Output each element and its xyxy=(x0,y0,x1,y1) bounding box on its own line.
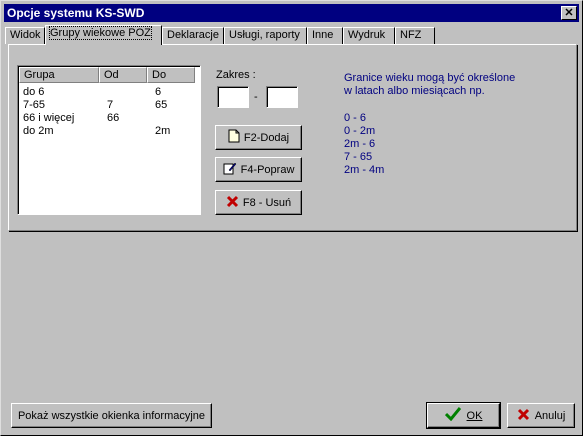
tab-label: Grupy wiekowe POZ xyxy=(49,26,152,40)
range-to-input[interactable] xyxy=(266,86,298,108)
cell-grupa: do 6 xyxy=(23,86,45,98)
dialog-window: Opcje systemu KS-SWD ✕ Widok Grupy wieko… xyxy=(0,0,583,436)
edit-pencil-icon xyxy=(223,161,237,178)
tab-uslugi-raporty[interactable]: Usługi, raporty xyxy=(224,27,307,44)
cell-do: 6 xyxy=(155,86,162,98)
cell-do: 2m xyxy=(155,125,171,137)
delete-button-label: F8 - Usuń xyxy=(242,196,292,209)
window-title: Opcje systemu KS-SWD xyxy=(7,6,145,20)
column-label: Grupa xyxy=(24,69,55,81)
info-example: 2m - 6 xyxy=(344,138,376,150)
cancel-x-icon xyxy=(517,408,530,424)
column-header-grupa[interactable]: Grupa xyxy=(19,67,99,83)
cell-do: 65 xyxy=(155,99,168,111)
table-row[interactable]: 7-65 7 65 xyxy=(23,99,198,112)
tab-label: Deklaracje xyxy=(167,29,219,41)
delete-x-icon xyxy=(226,195,239,211)
info-example: 0 - 6 xyxy=(344,112,367,124)
info-text-line2: w latach albo miesiącach np. xyxy=(344,85,485,97)
tab-label: Usługi, raporty xyxy=(229,29,300,41)
delete-button[interactable]: F8 - Usuń xyxy=(215,190,302,215)
show-all-label: Pokaż wszystkie okienka informacyjne xyxy=(17,409,206,422)
tab-label: NFZ xyxy=(400,29,422,41)
column-label: Do xyxy=(152,69,167,81)
close-button[interactable]: ✕ xyxy=(561,6,577,20)
cell-grupa: 66 i więcej xyxy=(23,112,75,124)
add-button[interactable]: F2-Dodaj xyxy=(215,125,302,150)
tab-inne[interactable]: Inne xyxy=(307,27,343,44)
range-label: Zakres : xyxy=(216,69,256,81)
table-row[interactable]: do 6 6 xyxy=(23,86,198,99)
tab-label: Inne xyxy=(312,29,334,41)
list-header: Grupa Od Do xyxy=(19,67,199,83)
cell-od: 7 xyxy=(107,99,114,111)
tab-grupy-wiekowe[interactable]: Grupy wiekowe POZ xyxy=(45,25,162,45)
checkmark-icon xyxy=(444,407,461,424)
tab-widok[interactable]: Widok xyxy=(5,27,45,44)
ok-label: OK xyxy=(466,409,483,422)
tab-wydruk[interactable]: Wydruk xyxy=(343,27,395,44)
column-label: Od xyxy=(104,69,119,81)
cell-od: 66 xyxy=(107,112,120,124)
info-example: 0 - 2m xyxy=(344,125,376,137)
new-document-icon xyxy=(228,129,240,146)
tab-label: Wydruk xyxy=(348,29,386,41)
tab-panel: Grupa Od Do do 6 6 7-65 7 65 66 i więcej… xyxy=(8,44,577,231)
edit-button[interactable]: F4-Popraw xyxy=(215,157,302,182)
info-example: 2m - 4m xyxy=(344,164,385,176)
range-separator: - xyxy=(254,91,258,103)
table-row[interactable]: do 2m 2m xyxy=(23,125,198,138)
cancel-button[interactable]: Anuluj xyxy=(507,403,575,428)
info-text-line1: Granice wieku mogą być określone xyxy=(344,72,516,84)
add-button-label: F2-Dodaj xyxy=(243,131,290,144)
edit-button-label: F4-Popraw xyxy=(240,163,295,176)
tab-label: Widok xyxy=(10,29,41,41)
column-header-od[interactable]: Od xyxy=(99,67,147,83)
column-header-do[interactable]: Do xyxy=(147,67,195,83)
title-bar: Opcje systemu KS-SWD ✕ xyxy=(4,4,579,22)
close-icon: ✕ xyxy=(564,7,574,19)
cell-grupa: do 2m xyxy=(23,125,54,137)
cell-grupa: 7-65 xyxy=(23,99,46,111)
info-example: 7 - 65 xyxy=(344,151,373,163)
ok-button[interactable]: OK xyxy=(426,402,501,429)
age-groups-list[interactable]: Grupa Od Do do 6 6 7-65 7 65 66 i więcej… xyxy=(17,65,201,215)
cancel-label: Anuluj xyxy=(534,409,566,422)
range-from-input[interactable] xyxy=(217,86,249,108)
tab-deklaracje[interactable]: Deklaracje xyxy=(162,27,224,44)
show-all-info-button[interactable]: Pokaż wszystkie okienka informacyjne xyxy=(11,403,212,428)
table-row[interactable]: 66 i więcej 66 xyxy=(23,112,198,125)
tab-nfz[interactable]: NFZ xyxy=(395,27,435,44)
